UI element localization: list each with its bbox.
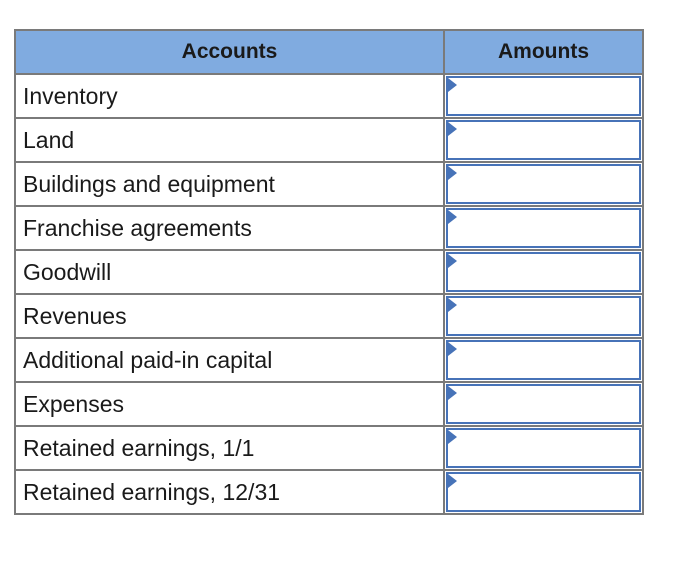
amount-cell: [443, 381, 644, 427]
account-label: Retained earnings, 12/31: [14, 469, 445, 515]
table-row: Retained earnings, 12/31: [14, 469, 644, 515]
header-row: Accounts Amounts: [14, 29, 644, 75]
table-row: Franchise agreements: [14, 205, 644, 251]
account-label: Goodwill: [14, 249, 445, 295]
table-body: Inventory Land Buildings and equipment F…: [14, 73, 644, 515]
amount-input[interactable]: [446, 120, 641, 160]
amount-input[interactable]: [446, 296, 641, 336]
amount-input[interactable]: [446, 428, 641, 468]
amount-cell: [443, 161, 644, 207]
amount-cell: [443, 425, 644, 471]
amount-input[interactable]: [446, 76, 641, 116]
table-row: Goodwill: [14, 249, 644, 295]
account-label: Retained earnings, 1/1: [14, 425, 445, 471]
amount-cell: [443, 117, 644, 163]
amount-cell: [443, 293, 644, 339]
table-row: Additional paid-in capital: [14, 337, 644, 383]
amount-cell: [443, 73, 644, 119]
amount-input[interactable]: [446, 384, 641, 424]
table-row: Inventory: [14, 73, 644, 119]
account-label: Buildings and equipment: [14, 161, 445, 207]
amount-input[interactable]: [446, 472, 641, 512]
amount-input[interactable]: [446, 164, 641, 204]
amount-cell: [443, 469, 644, 515]
table-row: Expenses: [14, 381, 644, 427]
amount-cell: [443, 205, 644, 251]
amount-input[interactable]: [446, 208, 641, 248]
table-row: Revenues: [14, 293, 644, 339]
amount-cell: [443, 337, 644, 383]
account-label: Inventory: [14, 73, 445, 119]
amount-input[interactable]: [446, 340, 641, 380]
table-row: Retained earnings, 1/1: [14, 425, 644, 471]
amounts-header: Amounts: [443, 29, 644, 75]
account-label: Expenses: [14, 381, 445, 427]
accounts-amounts-table: Accounts Amounts Inventory Land Building…: [14, 29, 644, 515]
table-row: Land: [14, 117, 644, 163]
amount-input[interactable]: [446, 252, 641, 292]
account-label: Revenues: [14, 293, 445, 339]
table-row: Buildings and equipment: [14, 161, 644, 207]
account-label: Additional paid-in capital: [14, 337, 445, 383]
account-label: Franchise agreements: [14, 205, 445, 251]
accounts-header: Accounts: [14, 29, 445, 75]
amount-cell: [443, 249, 644, 295]
account-label: Land: [14, 117, 445, 163]
